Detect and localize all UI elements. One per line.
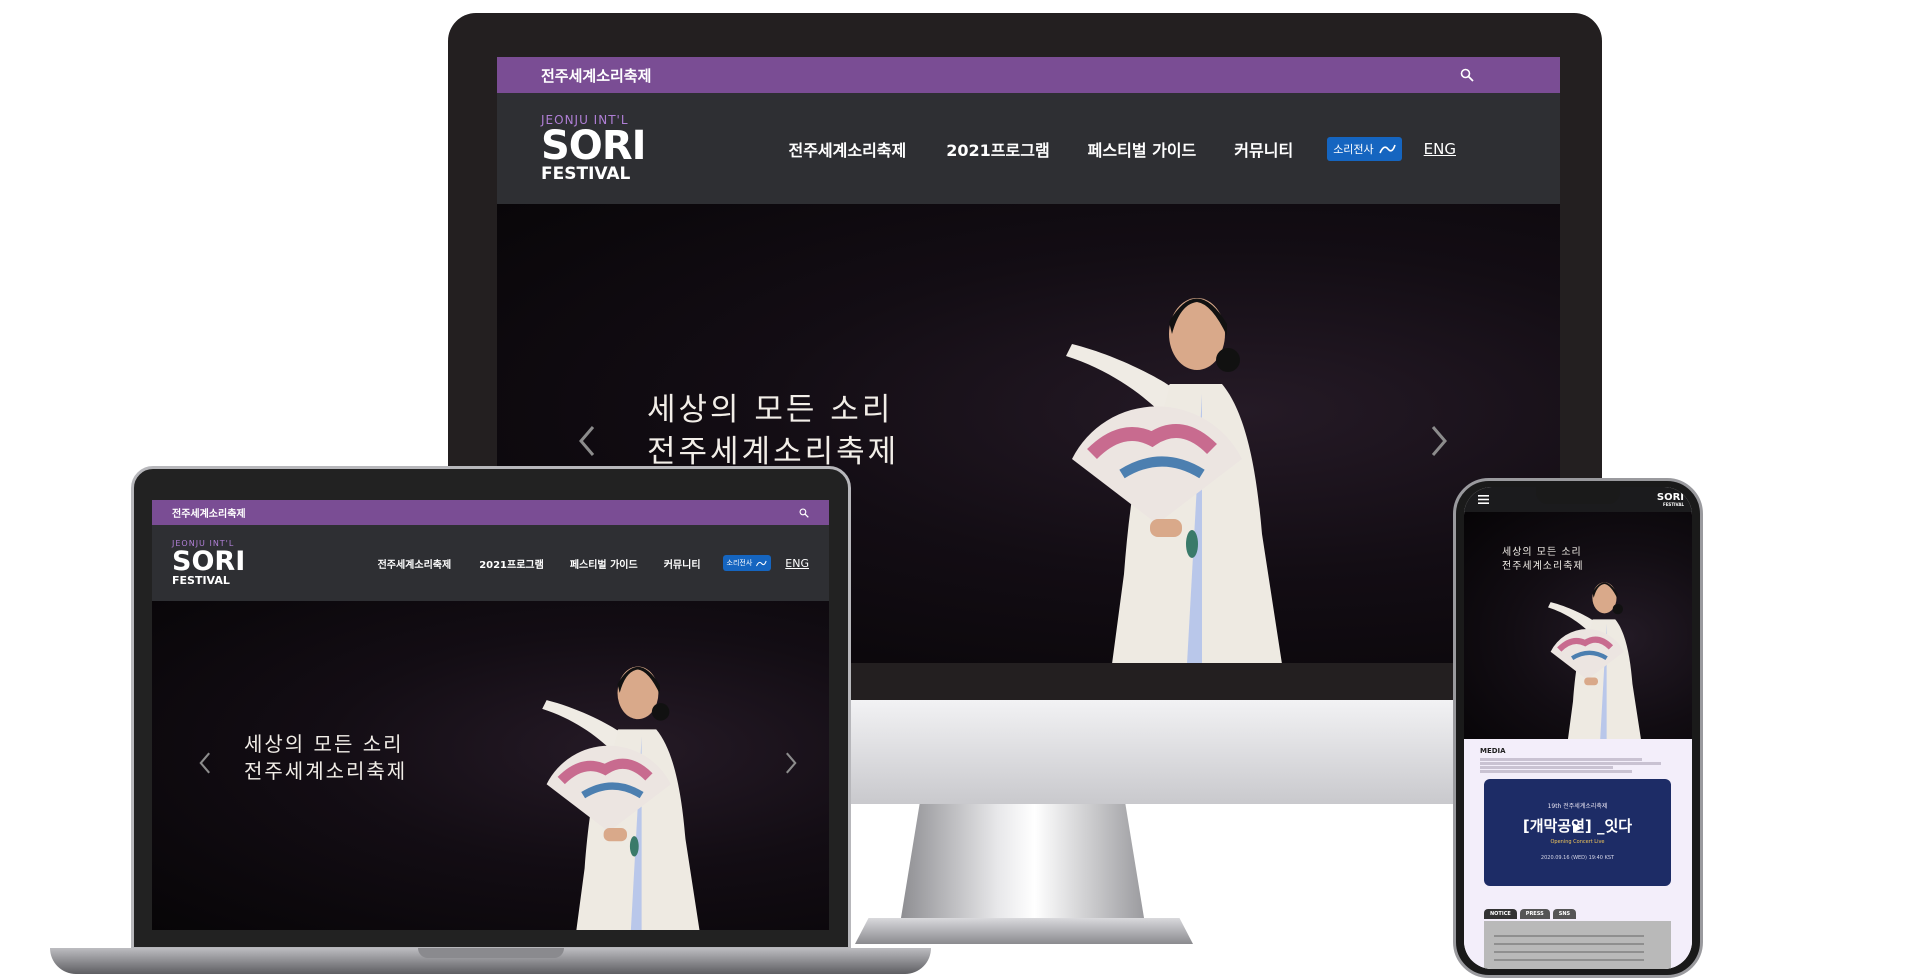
tab-sns[interactable]: SNS bbox=[1552, 909, 1577, 919]
tab-notice[interactable]: NOTICE bbox=[1484, 909, 1517, 919]
sori-festival-logo[interactable]: SORI FESTIVAL bbox=[1657, 492, 1684, 507]
desktop-monitor-stand bbox=[900, 804, 1145, 924]
site-title[interactable]: 전주세계소리축제 bbox=[172, 505, 246, 520]
hero-tagline: 세상의 모든 소리 전주세계소리축제 bbox=[1502, 546, 1584, 573]
hero-slider: 세상의 모든 소리 전주세계소리축제 bbox=[1464, 512, 1692, 739]
video-date: 2020.09.16 (WED) 19:40 KST bbox=[1540, 855, 1615, 861]
search-icon[interactable] bbox=[799, 508, 809, 518]
phone-screen: SORI FESTIVAL 세상의 모든 소리 전주세계소리축제 MEDIA 1… bbox=[1464, 487, 1692, 969]
desktop-monitor-base bbox=[855, 918, 1193, 944]
chevron-left-icon[interactable] bbox=[198, 751, 212, 775]
top-bar: 전주세계소리축제 bbox=[497, 57, 1560, 93]
hero-tagline: 세상의 모든 소리 전주세계소리축제 bbox=[244, 731, 407, 785]
top-bar: 전주세계소리축제 bbox=[152, 500, 829, 525]
performer-image bbox=[1066, 298, 1282, 663]
performer-image bbox=[1548, 582, 1641, 739]
tab-press[interactable]: PRESS bbox=[1519, 909, 1550, 919]
laptop-screen: 전주세계소리축제 JEONJU INT'L SORI FESTIVAL 전주세계… bbox=[152, 500, 829, 930]
media-section: MEDIA 19th 전주세계소리축제 [개막공연] _잇다 Opening C… bbox=[1464, 739, 1692, 969]
sori-festival-logo[interactable]: JEONJU INT'L SORI FESTIVAL bbox=[172, 540, 245, 587]
hero-line-1: 세상의 모든 소리 bbox=[244, 732, 404, 756]
nav-item-community[interactable]: 커뮤니티 bbox=[1234, 137, 1293, 161]
wave-icon bbox=[1378, 144, 1396, 153]
phone-notch bbox=[1536, 487, 1620, 504]
hero-line-1: 세상의 모든 소리 bbox=[1502, 547, 1582, 558]
performer-image bbox=[542, 666, 700, 930]
chevron-right-icon[interactable] bbox=[1429, 424, 1449, 458]
sori-warrior-badge[interactable]: 소리전사 bbox=[722, 555, 772, 571]
nav-menu: 전주세계소리축제 2021프로그램 페스티벌 가이드 커뮤니티 소리전사 ENG bbox=[378, 555, 809, 571]
chevron-left-icon[interactable] bbox=[577, 424, 597, 458]
board-tabs: NOTICE PRESS SNS bbox=[1484, 909, 1579, 919]
hero-line-2: 전주세계소리축제 bbox=[244, 759, 408, 783]
hero-line-2: 전주세계소리축제 bbox=[1502, 560, 1584, 572]
sori-warrior-badge[interactable]: 소리전사 bbox=[1327, 136, 1402, 161]
media-description bbox=[1480, 757, 1670, 774]
language-toggle[interactable]: ENG bbox=[785, 557, 809, 570]
search-icon[interactable] bbox=[1460, 68, 1474, 82]
video-label: Opening Concert Live bbox=[1550, 839, 1605, 845]
chevron-right-icon[interactable] bbox=[784, 751, 798, 775]
nav-item-program[interactable]: 2021프로그램 bbox=[479, 556, 544, 571]
main-nav: JEONJU INT'L SORI FESTIVAL 전주세계소리축제 2021… bbox=[497, 93, 1560, 204]
nav-item-program[interactable]: 2021프로그램 bbox=[946, 137, 1049, 161]
nav-item-guide[interactable]: 페스티벌 가이드 bbox=[570, 556, 638, 571]
sori-festival-logo[interactable]: JEONJU INT'L SORI FESTIVAL bbox=[541, 114, 646, 183]
nav-item-festival[interactable]: 전주세계소리축제 bbox=[788, 137, 906, 161]
nav-item-community[interactable]: 커뮤니티 bbox=[664, 556, 701, 571]
language-toggle[interactable]: ENG bbox=[1424, 140, 1456, 158]
hero-tagline: 세상의 모든 소리 전주세계소리축제 bbox=[647, 390, 899, 474]
video-subtitle: 19th 전주세계소리축제 bbox=[1547, 803, 1608, 810]
nav-item-guide[interactable]: 페스티벌 가이드 bbox=[1088, 137, 1197, 161]
nav-menu: 전주세계소리축제 2021프로그램 페스티벌 가이드 커뮤니티 소리전사 ENG bbox=[788, 136, 1456, 161]
video-thumbnail[interactable]: 19th 전주세계소리축제 [개막공연] _잇다 Opening Concert… bbox=[1484, 779, 1671, 886]
play-icon[interactable] bbox=[1570, 821, 1584, 835]
main-nav: JEONJU INT'L SORI FESTIVAL 전주세계소리축제 2021… bbox=[152, 525, 829, 601]
nav-item-festival[interactable]: 전주세계소리축제 bbox=[378, 556, 452, 571]
media-title: MEDIA bbox=[1480, 747, 1506, 755]
hamburger-icon[interactable] bbox=[1478, 495, 1489, 504]
hero-slider: 세상의 모든 소리 전주세계소리축제 bbox=[152, 601, 829, 930]
notice-list bbox=[1484, 921, 1671, 969]
hero-line-1: 세상의 모든 소리 bbox=[647, 392, 894, 428]
site-title[interactable]: 전주세계소리축제 bbox=[541, 65, 651, 86]
laptop-notch bbox=[418, 948, 564, 958]
wave-icon bbox=[756, 560, 767, 566]
